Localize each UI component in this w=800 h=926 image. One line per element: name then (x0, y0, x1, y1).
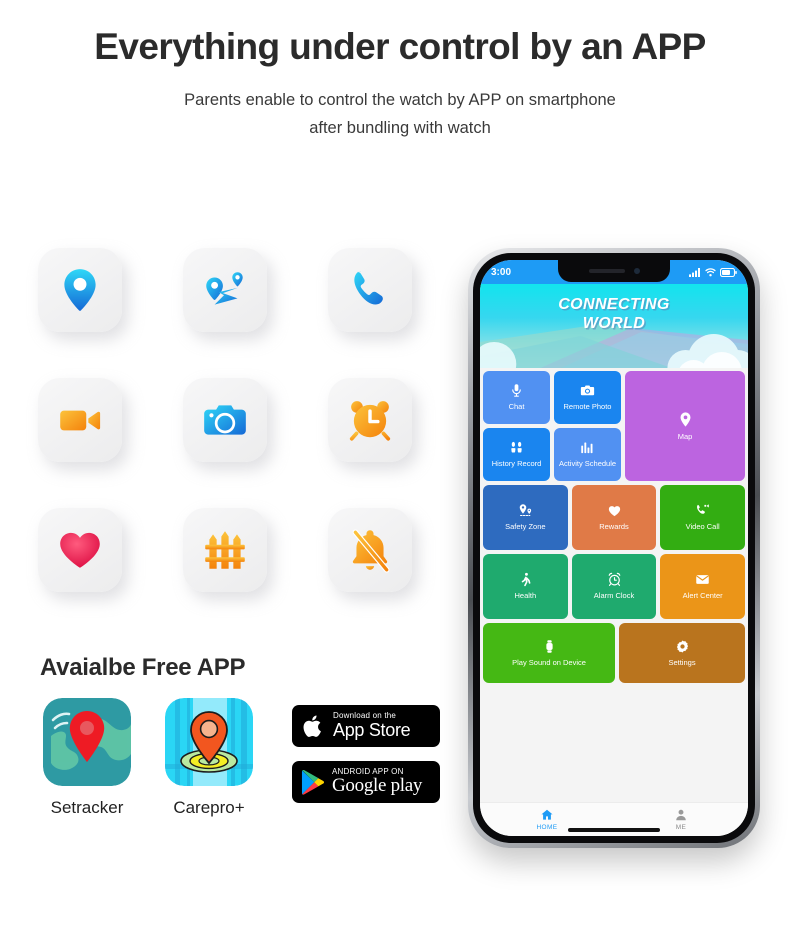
tab-label-home: HOME (536, 824, 558, 831)
page-subtitle: Parents enable to control the watch by A… (0, 86, 800, 143)
tile-label-rewards: Rewards (599, 522, 629, 532)
tile-activity-schedule[interactable]: Activity Schedule (554, 428, 621, 481)
alarm-clock-icon (328, 378, 412, 462)
tile-subrow-1: Chat Remote Photo (483, 371, 621, 424)
signal-icon (689, 267, 700, 277)
tile-row-3: Health Alarm Clock Alert Center (483, 554, 746, 619)
tile-safety-zone[interactable]: Safety Zone (483, 485, 568, 550)
app-label-carepro: Carepro+ (173, 798, 245, 817)
subtitle-line-1: Parents enable to control the watch by A… (184, 91, 616, 109)
footprints-icon (511, 442, 522, 453)
status-bar-time: 3:00 (491, 266, 512, 278)
available-free-app-title: Avaialbe Free APP (40, 654, 246, 681)
tile-row-1: Chat Remote Photo History Record Activit… (483, 371, 745, 481)
banner-title-line2: WORLD (582, 314, 646, 332)
free-app-list: Setracker Carepro+ (38, 698, 258, 818)
status-bar-indicators (689, 267, 737, 277)
tile-label-settings: Settings (668, 657, 696, 667)
tile-row-2: Safety Zone Rewards Video Call (483, 485, 746, 550)
battery-icon (720, 267, 737, 277)
tile-rewards[interactable]: Rewards (571, 485, 657, 550)
map-pin-icon (680, 412, 690, 427)
tile-label-remote-photo: Remote Photo (563, 402, 612, 412)
envelope-icon (696, 575, 709, 585)
tile-label-chat: Chat (508, 402, 525, 412)
heart-icon (38, 508, 122, 592)
tile-alarm-clock[interactable]: Alarm Clock (571, 554, 657, 619)
feature-icon-grid (38, 248, 438, 638)
bell-off-icon (328, 508, 412, 592)
tile-row-4: Play Sound on Device Settings (483, 623, 745, 683)
tile-play-sound-on-device[interactable]: Play Sound on Device (483, 623, 616, 683)
bar-chart-icon (581, 442, 593, 454)
tile-label-safety-zone: Safety Zone (505, 522, 546, 532)
tile-health[interactable]: Health (483, 554, 568, 619)
google-play-badge-text: ANDROID APP ON Google play (332, 767, 423, 797)
app-store-badge-text: Download on the App Store (333, 711, 411, 740)
phone-bezel: 3:00 CONNECTING WORLD Chat Remote Photo … (473, 253, 755, 843)
banner-title-line1: CONNECTING (558, 296, 670, 313)
tile-settings[interactable]: Settings (619, 623, 745, 683)
microphone-icon (512, 384, 521, 397)
app-store-badge[interactable]: Download on the App Store (292, 705, 440, 747)
photo-camera-icon (183, 378, 267, 462)
app-label-setracker: Setracker (50, 798, 124, 817)
phone-call-icon (328, 248, 412, 332)
route-map-icon (183, 248, 267, 332)
tile-video-call[interactable]: Video Call (660, 485, 746, 550)
carepro-app-icon (165, 698, 253, 786)
tile-map[interactable]: Map (625, 371, 745, 481)
page-title: Everything under control by an APP (94, 26, 706, 67)
person-icon (676, 809, 686, 821)
earpiece-speaker (588, 269, 625, 273)
tile-subrow-2: History Record Activity Schedule (483, 428, 621, 481)
phone-notch (558, 260, 670, 282)
tile-label-activity-schedule: Activity Schedule (558, 459, 617, 469)
tile-alert-center[interactable]: Alert Center (660, 554, 746, 619)
google-play-logo-icon (301, 769, 324, 795)
phone-screen: 3:00 CONNECTING WORLD Chat Remote Photo … (480, 260, 748, 836)
walking-icon (521, 573, 531, 587)
google-play-badge[interactable]: ANDROID APP ON Google play (292, 761, 440, 803)
google-play-badge-line2: Google play (332, 775, 423, 797)
home-icon (541, 809, 553, 820)
smartphone-mockup: 3:00 CONNECTING WORLD Chat Remote Photo … (468, 248, 760, 848)
location-pin-icon (38, 248, 122, 332)
tile-history-record[interactable]: History Record (483, 428, 550, 481)
heart-icon (608, 506, 620, 517)
tile-label-video-call: Video Call (685, 522, 720, 532)
camera-icon (580, 385, 595, 396)
banner-title: CONNECTING WORLD (480, 284, 748, 334)
tile-remote-photo[interactable]: Remote Photo (554, 371, 621, 424)
smartwatch-icon (545, 640, 553, 653)
fence-icon (183, 508, 267, 592)
app-tile-grid: Chat Remote Photo History Record Activit… (480, 368, 748, 802)
front-camera-icon (633, 268, 640, 274)
gear-icon (676, 640, 688, 653)
wifi-icon (705, 267, 716, 276)
app-item-carepro[interactable]: Carepro+ (160, 698, 258, 818)
setracker-app-icon (43, 698, 131, 786)
tile-label-play-sound-on-device: Play Sound on Device (512, 657, 586, 667)
tile-label-alert-center: Alert Center (682, 591, 723, 601)
tab-label-me: ME (675, 824, 687, 831)
call-video-icon (697, 504, 709, 515)
app-store-badge-line2: App Store (333, 719, 411, 740)
tile-label-health: Health (514, 591, 537, 601)
tile-block-left: Chat Remote Photo History Record Activit… (483, 371, 621, 481)
apple-logo-icon (303, 715, 321, 737)
tile-label-map: Map (677, 431, 693, 441)
alarm-icon (608, 573, 620, 587)
geofence-pin-icon (519, 504, 531, 517)
app-banner: CONNECTING WORLD (480, 284, 748, 368)
subtitle-line-2: after bundling with watch (309, 119, 491, 138)
store-badges: Download on the App Store ANDROID APP ON… (292, 705, 440, 803)
video-camera-icon (38, 378, 122, 462)
tile-label-alarm-clock: Alarm Clock (593, 591, 635, 601)
app-item-setracker[interactable]: Setracker (38, 698, 136, 818)
home-indicator (568, 828, 660, 832)
tile-chat[interactable]: Chat (483, 371, 550, 424)
tile-label-history-record: History Record (491, 459, 542, 469)
